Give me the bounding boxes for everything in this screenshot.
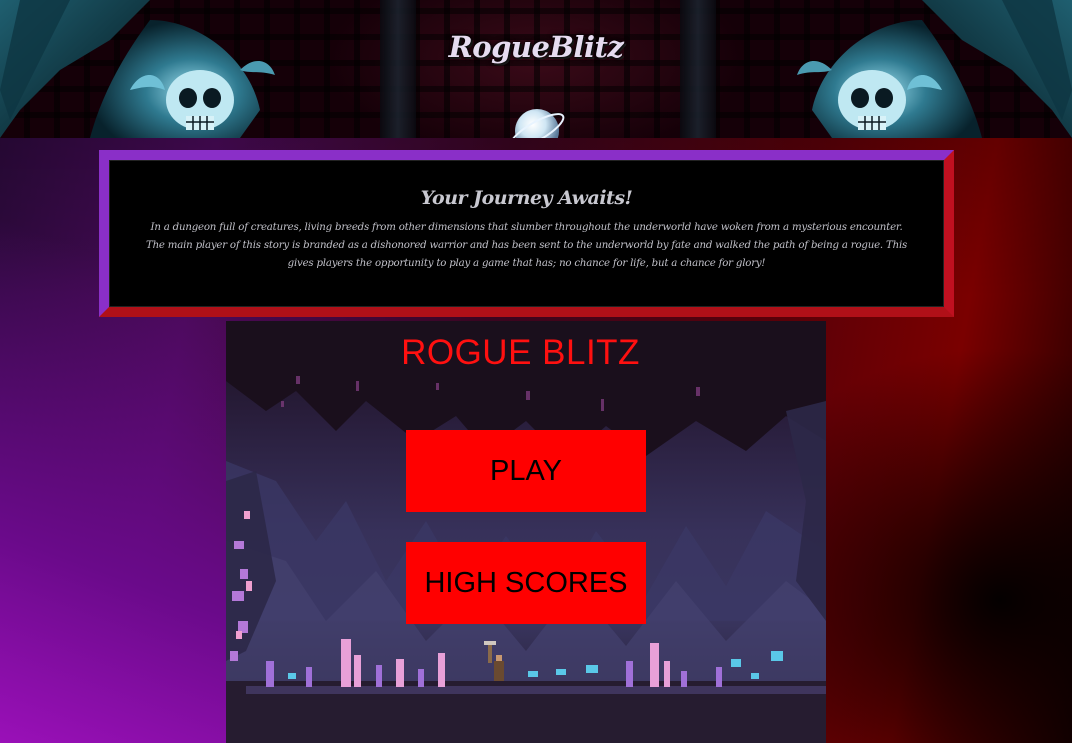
banner-pillar xyxy=(380,0,416,138)
site-title: RogueBlitz xyxy=(448,30,624,64)
planet-orb-icon xyxy=(509,109,565,138)
high-scores-button[interactable]: HIGH SCORES xyxy=(406,542,646,624)
play-button[interactable]: PLAY xyxy=(406,430,646,512)
banner-pillar xyxy=(680,0,716,138)
story-panel-inner: Your Journey Awaits! In a dungeon full o… xyxy=(109,160,944,307)
story-body: In a dungeon full of creatures, living b… xyxy=(145,222,908,269)
cave-background xyxy=(226,321,826,743)
gargoyle-skull-icon xyxy=(0,0,275,138)
header-banner: RogueBlitz xyxy=(0,0,1072,138)
gargoyle-skull-icon xyxy=(797,0,1072,138)
game-canvas[interactable]: ROGUE BLITZ PLAY HIGH SCORES xyxy=(226,321,826,743)
game-title: ROGUE BLITZ xyxy=(401,333,640,372)
story-heading: Your Journey Awaits! xyxy=(420,187,633,209)
story-panel: Your Journey Awaits! In a dungeon full o… xyxy=(99,150,954,317)
